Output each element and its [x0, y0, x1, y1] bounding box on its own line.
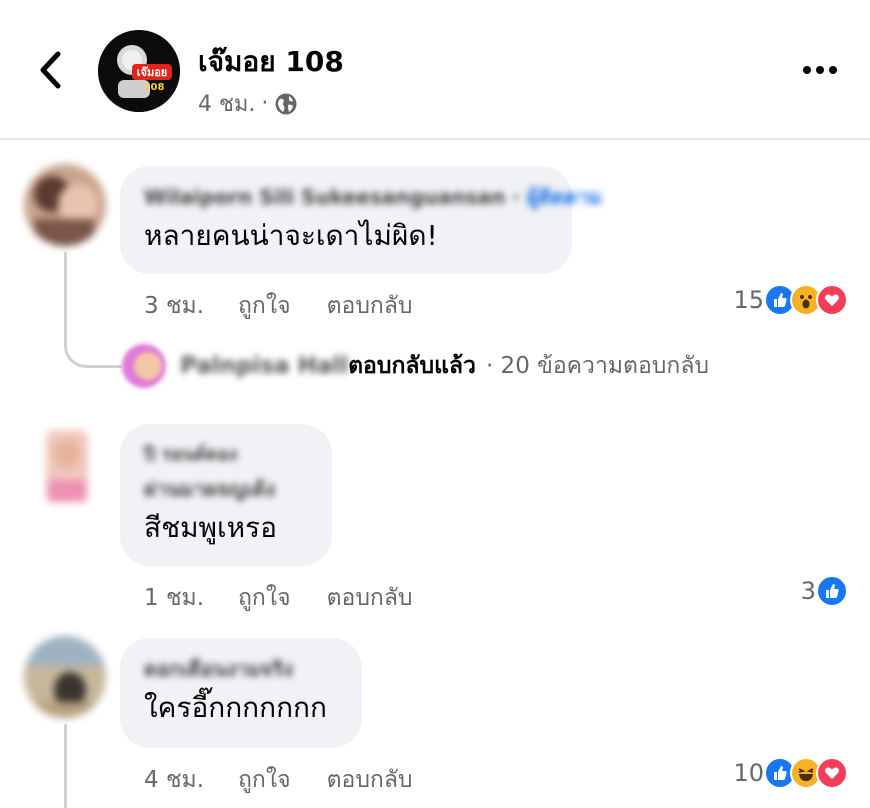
reply-action[interactable]: ตอบกลับ	[327, 580, 413, 616]
love-reaction-icon	[816, 284, 848, 316]
replied-label: ตอบกลับแล้ว	[348, 353, 476, 379]
page-avatar[interactable]: เจ๊มอย 108	[98, 30, 180, 112]
globe-icon	[275, 93, 297, 114]
comment-actions: 1 ชม. ถูกใจ ตอบกลับ	[144, 580, 449, 616]
like-action[interactable]: ถูกใจ	[238, 580, 291, 616]
comment-time[interactable]: 4 ชม.	[144, 762, 238, 798]
comment-author[interactable]: ดอกเดือนงามจริง	[144, 656, 338, 682]
svg-text:108: 108	[144, 82, 165, 93]
reaction-summary[interactable]: 3	[801, 575, 848, 607]
comment-bubble: Wilaiporn Sili Sukeesanguansan · ผู้ติดต…	[120, 166, 602, 274]
thread-line	[64, 252, 67, 332]
reply-author: Palnpisa Hall	[180, 353, 349, 379]
reply-action[interactable]: ตอบกลับ	[327, 288, 413, 324]
more-dots-icon	[803, 66, 837, 74]
comment-time[interactable]: 1 ชม.	[144, 580, 238, 616]
comment-text: หลายคนน่าจะเดาไม่ผิด!	[144, 219, 438, 252]
comment-time[interactable]: 3 ชม.	[144, 288, 238, 324]
svg-text:เจ๊มอย: เจ๊มอย	[137, 66, 168, 79]
reply-avatar	[122, 344, 166, 388]
thread-connector	[64, 326, 122, 368]
reaction-summary[interactable]: 15	[733, 284, 848, 316]
back-button[interactable]	[30, 48, 70, 92]
meta-separator: ·	[261, 91, 269, 116]
post-meta: 4 ชม. ·	[198, 86, 298, 121]
reaction-count: 3	[800, 577, 816, 605]
commenter-avatar[interactable]	[24, 424, 106, 506]
reaction-count: 15	[733, 286, 764, 314]
comment-bubble: ดอกเดือนงามจริง ใครอี๊กกกกกกก	[120, 638, 362, 748]
page-name[interactable]: เจ๊มอย 108	[198, 40, 344, 84]
comment-actions: 3 ชม. ถูกใจ ตอบกลับ	[144, 288, 449, 324]
comment-text: สีชมพูเหรอ	[144, 511, 277, 544]
comment-actions: 4 ชม. ถูกใจ ตอบกลับ	[144, 762, 449, 798]
thread-line	[64, 724, 67, 808]
post-header: เจ๊มอย 108 เจ๊มอย 108 4 ชม. ·	[0, 0, 870, 140]
comment-author[interactable]: Wilaiporn Sili Sukeesanguansan · ผู้ติดต…	[144, 184, 602, 210]
like-reaction-icon	[816, 575, 848, 607]
comment-text: ใครอี๊กกกกกกก	[144, 691, 327, 724]
commenter-avatar[interactable]	[24, 164, 106, 246]
reply-count: · 20 ข้อความตอบกลับ	[485, 353, 710, 379]
like-action[interactable]: ถูกใจ	[238, 762, 291, 798]
comment-bubble: ปิ รอนด์ดอง ผ่านมาผจญเด้ง สีชมพูเหรอ	[120, 424, 332, 566]
reaction-count: 10	[733, 759, 764, 787]
comment-author-line-2[interactable]: ผ่านมาผจญเด้ง	[144, 476, 308, 502]
commenter-avatar[interactable]	[24, 636, 106, 718]
reply-action[interactable]: ตอบกลับ	[327, 762, 413, 798]
like-action[interactable]: ถูกใจ	[238, 288, 291, 324]
post-time[interactable]: 4 ชม.	[198, 86, 255, 121]
more-options-button[interactable]	[800, 56, 840, 84]
chevron-left-icon	[40, 51, 61, 89]
reaction-summary[interactable]: 10	[733, 757, 848, 789]
view-replies[interactable]: Palnpisa Hall ตอบกลับแล้ว · 20 ข้อความตอ…	[122, 344, 709, 388]
comment-author[interactable]: ปิ รอนด์ดอง	[144, 442, 308, 468]
love-reaction-icon	[816, 757, 848, 789]
